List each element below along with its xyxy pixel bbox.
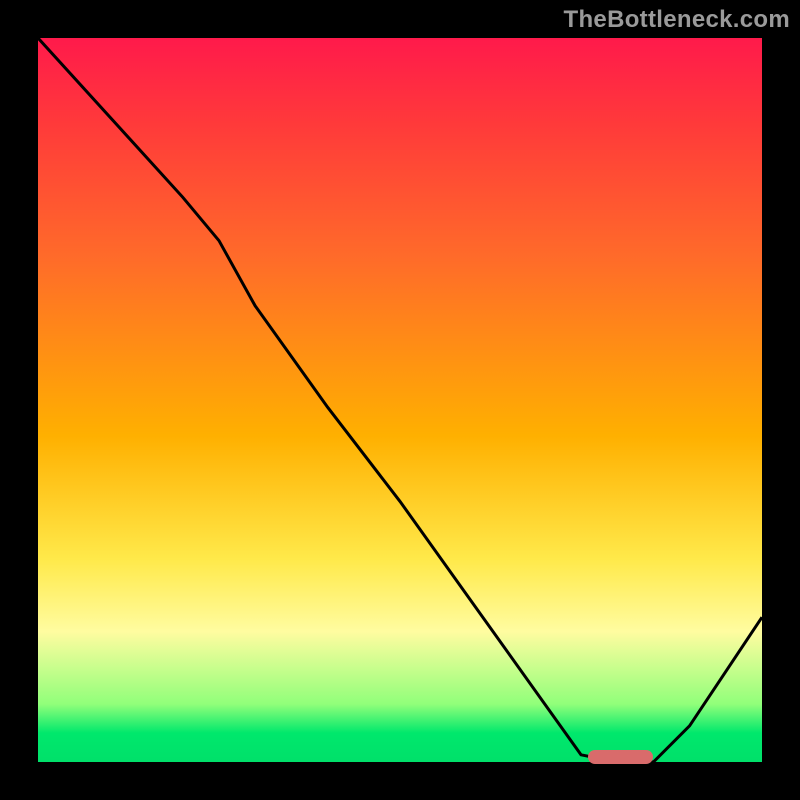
optimal-range-marker (588, 750, 653, 764)
bottleneck-curve (38, 38, 762, 762)
plot-area (38, 38, 762, 762)
chart-frame: TheBottleneck.com (0, 0, 800, 800)
watermark-label: TheBottleneck.com (564, 6, 790, 34)
